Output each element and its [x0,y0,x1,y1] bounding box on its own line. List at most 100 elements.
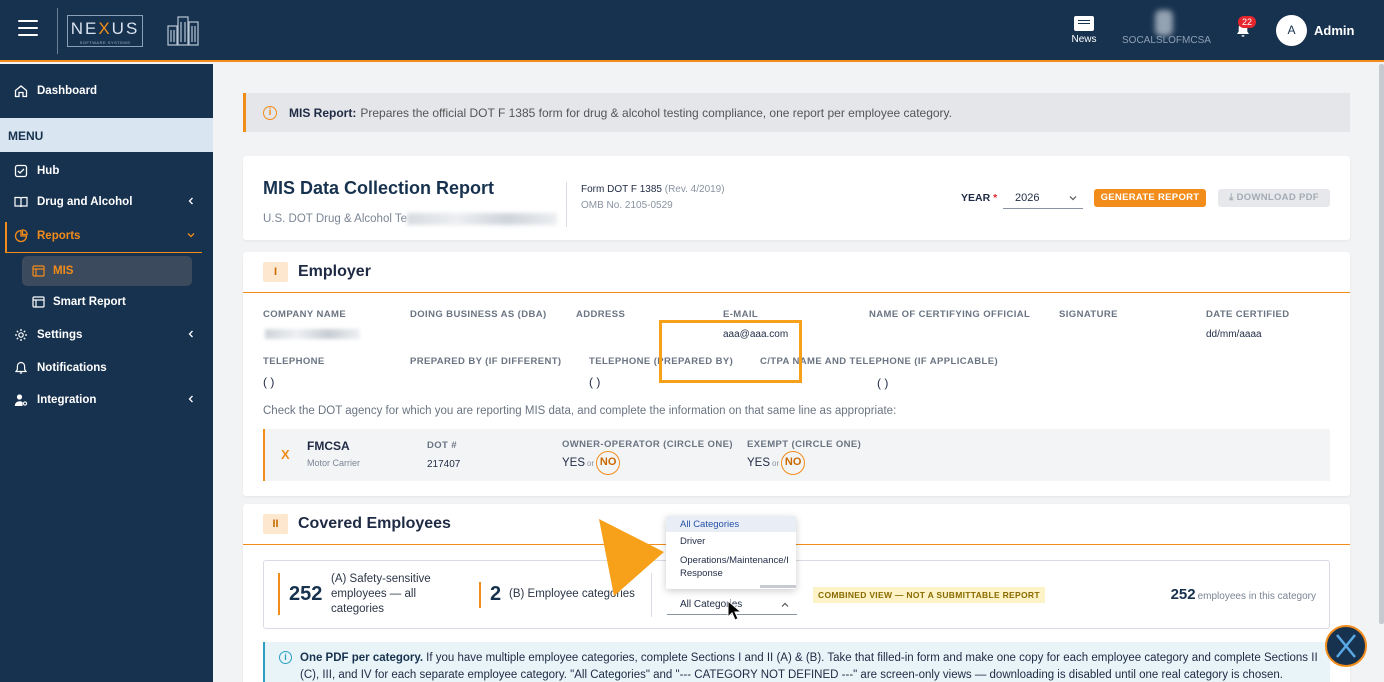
page-title: MIS Data Collection Report [263,178,495,198]
dropdown-option[interactable]: All Categories [666,516,796,532]
home-icon [14,85,28,98]
news-label: News [1071,34,1097,45]
stat-b-value: 2 [490,583,502,605]
section-title: Covered Employees [298,515,451,532]
sidebar-item-drug-alcohol[interactable]: Drug and Alcohol [0,188,213,216]
sidebar-item-label: Reports [37,230,81,242]
omb-number: OMB No. 2105-0529 [581,200,673,211]
agency-row-fmcsa: X FMCSA Motor Carrier DOT # 217407 OWNER… [263,429,1330,481]
sidebar-item-hub[interactable]: Hub [0,157,213,185]
sidebar-item-label: Settings [37,329,83,341]
sidebar-item-label: MIS [53,265,74,277]
date-certified-label: DATE CERTIFIED [1206,309,1290,320]
generate-report-button[interactable]: GENERATE REPORT [1094,189,1206,207]
section-header: II Covered Employees [243,504,1350,545]
agency-name: FMCSA [307,439,350,453]
title-divider [566,182,567,227]
dba-label: DOING BUSINESS AS (DBA) [410,309,547,320]
building-icon [167,16,199,46]
dropdown-option[interactable]: Operations/Maintenance/I [666,554,796,567]
menu-icon[interactable] [18,20,38,38]
company-label[interactable]: SOCALSLOFMCSA [1122,35,1211,46]
report-subtitle: U.S. DOT Drug & Alcohol Te [263,213,558,225]
no-circled[interactable]: NO [596,451,621,475]
download-pdf-button[interactable]: ⤓ DOWNLOAD PDF [1218,189,1330,207]
calendar-icon [32,296,45,308]
telephone-value[interactable]: ( ) [263,375,274,389]
date-certified-value[interactable]: dd/mm/aaaa [1206,329,1262,340]
sidebar-item-settings[interactable]: Settings [0,321,213,349]
section-number: II [263,514,288,534]
dot-number-label: DOT # [427,440,457,451]
agency-subtitle: Motor Carrier [307,458,361,468]
banner-text: Prepares the official DOT F 1385 form fo… [360,105,952,120]
company-logo-blurred [1155,10,1173,36]
form-number: Form DOT F 1385 (Rev. 4/2019) [581,184,725,195]
one-pdf-note: i One PDF per category. If you have multi… [263,642,1330,682]
gear-icon [15,329,27,341]
category-dropdown-menu: All Categories Driver Operations/Mainten… [666,516,796,589]
chevron-up-icon [781,602,789,607]
exempt-label: EXEMPT (CIRCLE ONE) [747,439,862,450]
dropdown-scrollbar[interactable] [760,585,796,588]
owner-operator-choice[interactable]: YES or NO [562,451,621,475]
sidebar-item-smart-report[interactable]: Smart Report [22,287,192,317]
sidebar-item-notifications[interactable]: Notifications [0,354,213,382]
employee-stats-box: 252 (A) Safety-sensitive employees — all… [263,560,1330,629]
avatar[interactable]: A [1276,15,1307,46]
dropdown-option[interactable]: Driver [666,535,796,548]
stat-a-value: 252 [289,583,323,605]
user-name[interactable]: Admin [1314,23,1354,38]
agency-check-mark[interactable]: X [281,447,290,462]
news-button[interactable]: News [1066,16,1102,45]
main-scrollbar[interactable] [1379,64,1384,624]
telephone-prepared-value[interactable]: ( ) [589,375,600,389]
ctpa-value[interactable]: ( ) [877,376,888,390]
company-name-value[interactable] [265,329,360,339]
stat-accent [479,582,481,608]
signature-label: SIGNATURE [1059,309,1118,320]
menu-header: MENU [0,118,213,152]
sidebar-item-label: Notifications [37,362,107,374]
sidebar-item-mis[interactable]: MIS [22,256,192,286]
report-header-card: MIS Data Collection Report U.S. DOT Drug… [243,156,1350,240]
section-number: I [263,262,288,282]
top-bar: NEXUS SOFTWARE SYSTEMS News SOCALSLOFMCSA… [0,0,1384,62]
dot-number-value[interactable]: 217407 [427,459,460,470]
sidebar-item-reports[interactable]: Reports [0,222,213,250]
owner-operator-label: OWNER-OPERATOR (CIRCLE ONE) [562,439,733,450]
info-icon: i [279,651,292,664]
banner-title: MIS Report: [289,105,357,120]
year-label: YEAR * [961,192,998,204]
certifying-official-label: NAME OF CERTIFYING OFFICIAL [869,309,1031,320]
covered-employees-section: II Covered Employees 252 (A) Safety-sens… [243,504,1350,682]
agency-instruction: Check the DOT agency for which you are r… [263,405,897,417]
year-select[interactable]: 2026 [1003,187,1083,209]
book-icon [14,196,28,208]
stat-accent [278,573,280,615]
nexus-logo[interactable]: NEXUS SOFTWARE SYSTEMS [67,15,143,47]
no-circled[interactable]: NO [781,451,806,475]
notification-badge: 22 [1238,16,1257,28]
logo-divider [57,8,58,54]
chevron-left-icon [188,330,193,338]
section-header: I Employer [243,252,1350,293]
nexus-assistant-button[interactable] [1325,625,1367,667]
chevron-down-icon [187,233,195,238]
sidebar-item-label: Dashboard [37,85,98,97]
company-name-label: COMPANY NAME [263,309,347,320]
exempt-choice[interactable]: YES or NO [747,451,806,475]
user-settings-icon [14,394,28,406]
download-icon: ⤓ [1229,192,1237,203]
news-icon [1074,16,1094,31]
mouse-cursor-icon [727,600,743,621]
sidebar-item-dashboard[interactable]: Dashboard [0,77,213,105]
sidebar-item-label: Integration [37,394,97,406]
sidebar-item-integration[interactable]: Integration [0,386,213,414]
sidebar-item-label: Drug and Alcohol [37,196,133,208]
bell-icon [14,361,28,374]
sidebar-item-label: Hub [37,165,60,177]
email-highlight-box [659,320,802,383]
pointer-arrow-annotation [599,519,664,596]
stat-a-label: (A) Safety-sensitive employees — all cat… [331,573,431,615]
